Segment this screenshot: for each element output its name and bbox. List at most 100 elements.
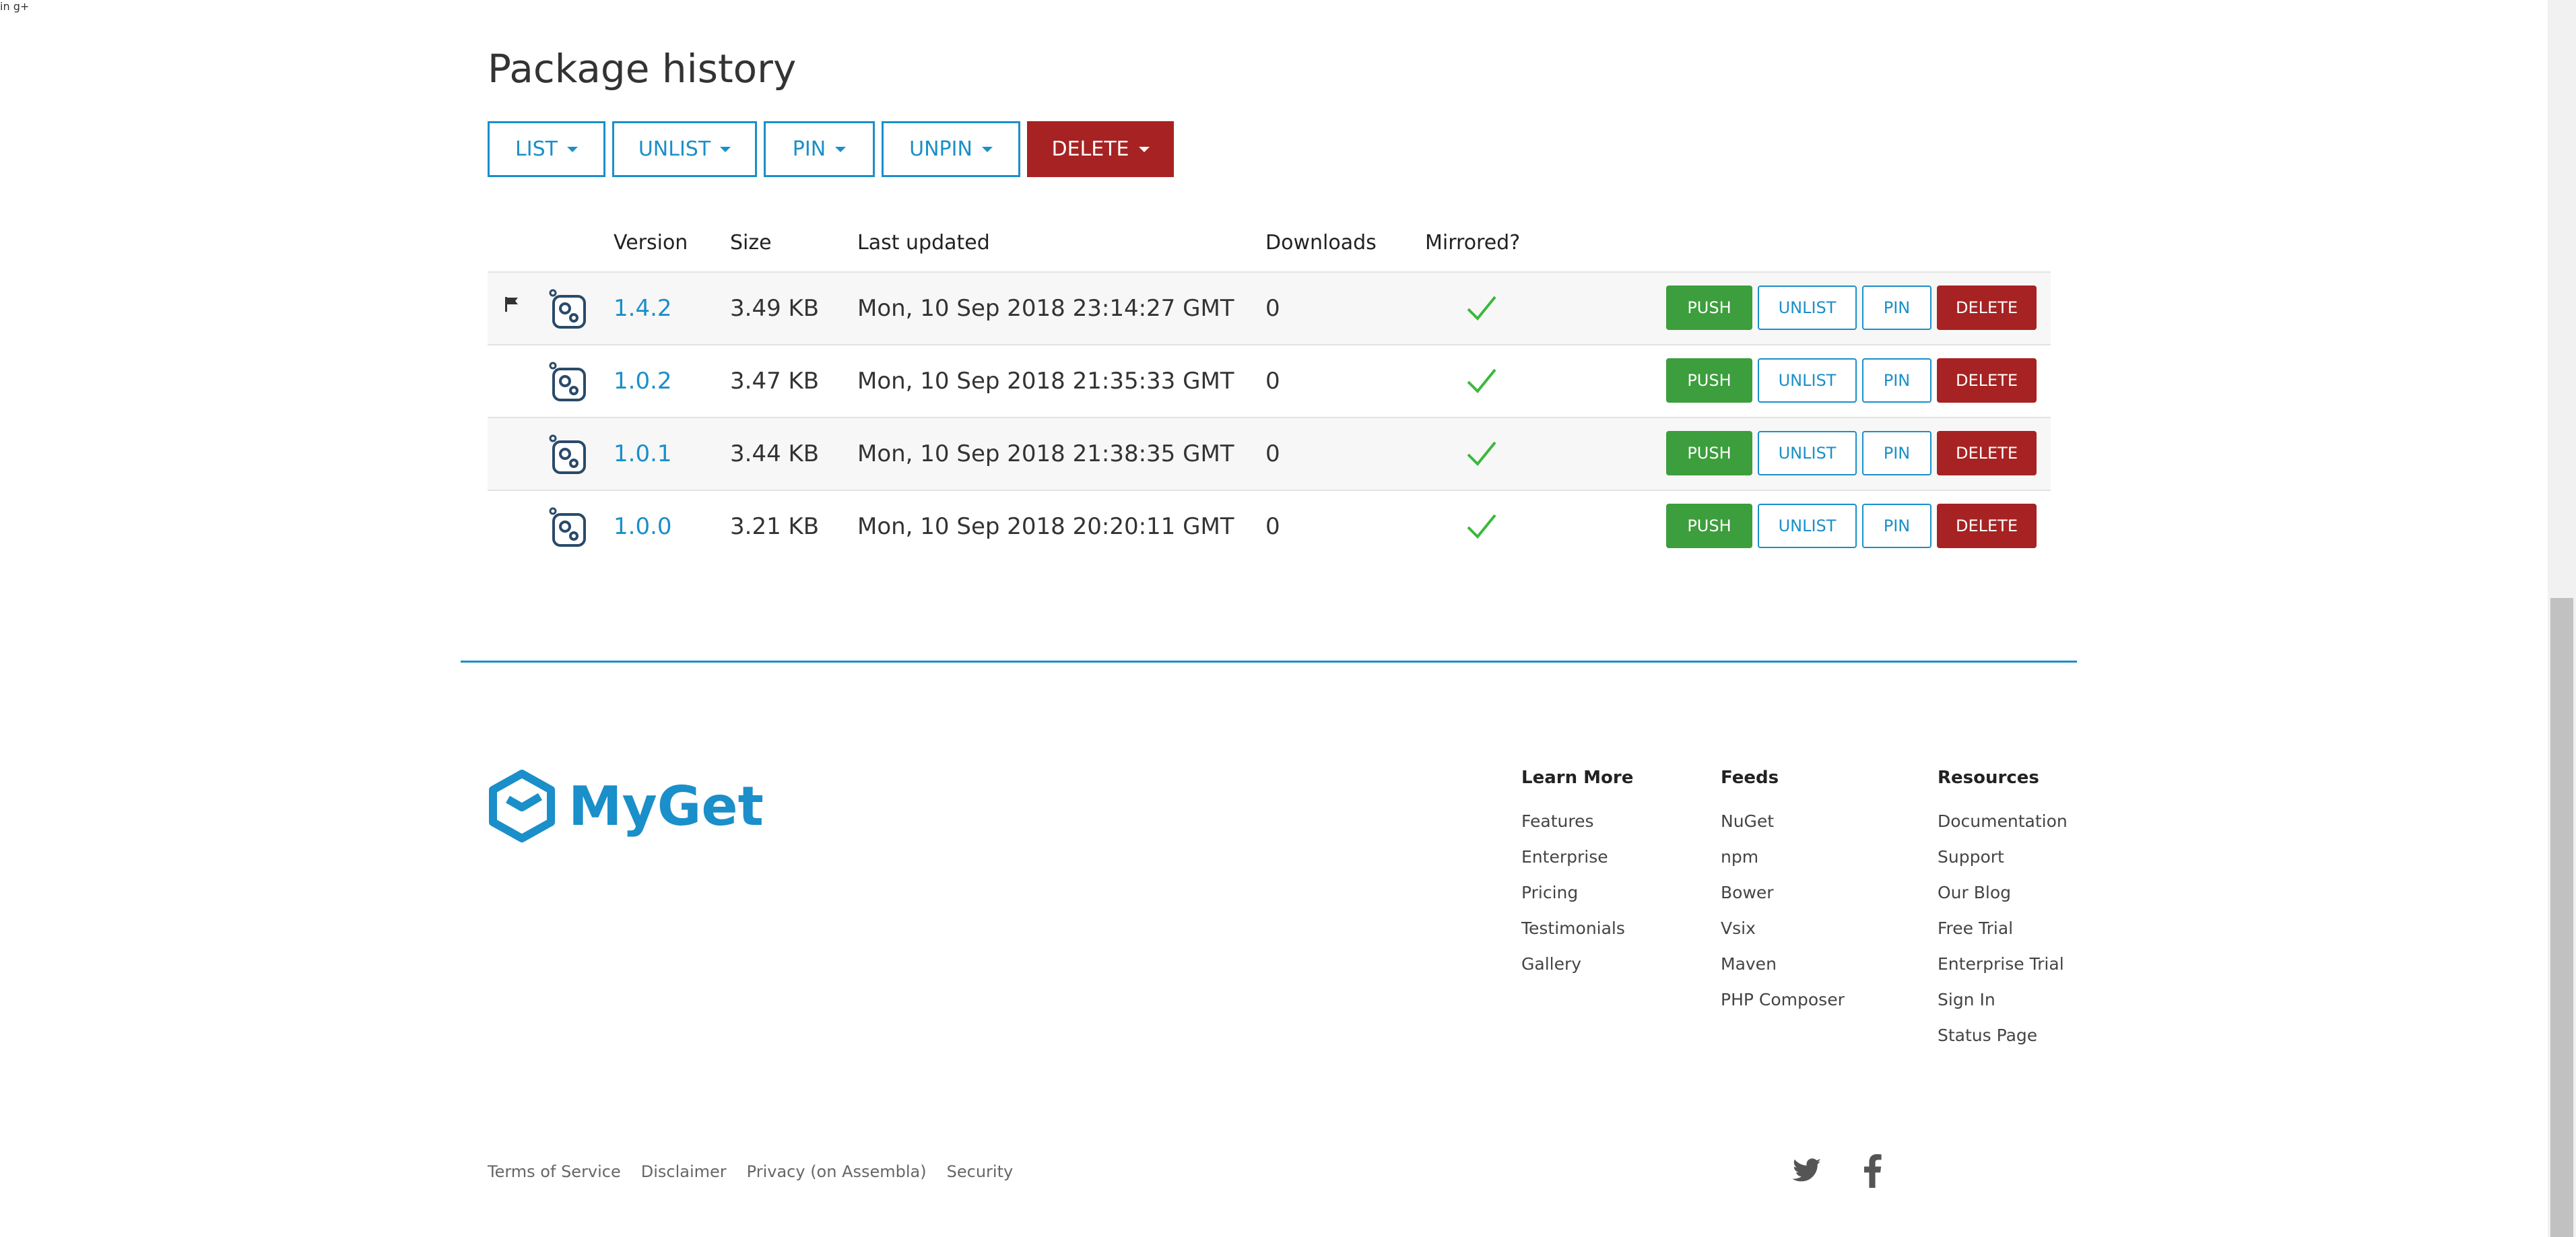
- table-row: 1.4.2 3.49 KB Mon, 10 Sep 2018 23:14:27 GM…: [488, 271, 2051, 344]
- pin-dropdown-button[interactable]: PIN: [764, 121, 875, 177]
- footer-link-documentation[interactable]: Documentation: [1938, 811, 2068, 832]
- page-title: Package history: [488, 46, 797, 92]
- row-actions: PUSH UNLIST PIN DELETE: [1666, 504, 2037, 548]
- footer-column-title: Resources: [1938, 768, 2039, 788]
- last-updated: Mon, 10 Sep 2018 23:14:27 GMT: [857, 295, 1234, 322]
- privacy-link[interactable]: Privacy (on Assembla): [747, 1162, 927, 1181]
- column-header-version: Version: [614, 231, 688, 255]
- table-row: 1.0.2 3.47 KB Mon, 10 Sep 2018 21:35:33 GM…: [488, 344, 2051, 417]
- unlist-button[interactable]: UNLIST: [1758, 431, 1857, 475]
- caret-down-icon: [720, 146, 731, 152]
- row-actions: PUSH UNLIST PIN DELETE: [1666, 358, 2037, 403]
- terms-of-service-link[interactable]: Terms of Service: [488, 1162, 621, 1181]
- pin-button[interactable]: PIN: [1862, 504, 1931, 548]
- pin-button[interactable]: PIN: [1862, 286, 1931, 330]
- security-link[interactable]: Security: [947, 1162, 1014, 1181]
- footer-column-feeds: Feeds NuGet npm Bower Vsix Maven PHP Com…: [1721, 768, 1845, 1025]
- footer-link-status-page[interactable]: Status Page: [1938, 1025, 2068, 1046]
- checkmark-icon: [1467, 296, 1496, 321]
- footer-link-enterprise[interactable]: Enterprise: [1521, 846, 1633, 868]
- package-size: 3.49 KB: [730, 295, 820, 322]
- table-row: 1.0.1 3.44 KB Mon, 10 Sep 2018 21:38:35 GM…: [488, 417, 2051, 490]
- footer-column-resources: Resources Documentation Support Our Blog…: [1938, 768, 2068, 1061]
- flag-icon[interactable]: [504, 296, 520, 313]
- package-icon: [549, 434, 586, 474]
- footer-link-testimonials[interactable]: Testimonials: [1521, 918, 1633, 939]
- footer-link-enterprise-trial[interactable]: Enterprise Trial: [1938, 954, 2068, 975]
- version-link[interactable]: 1.0.0: [614, 491, 672, 562]
- myget-logo-icon: [489, 770, 555, 842]
- unlist-button-label: UNLIST: [638, 137, 711, 161]
- footer-divider: [461, 661, 2077, 663]
- row-actions: PUSH UNLIST PIN DELETE: [1666, 431, 2037, 475]
- push-button[interactable]: PUSH: [1666, 504, 1752, 548]
- footer-link-npm[interactable]: npm: [1721, 846, 1845, 868]
- linkedin-icon[interactable]: in: [0, 0, 10, 13]
- column-header-mirrored: Mirrored?: [1425, 231, 1521, 255]
- unlist-button[interactable]: UNLIST: [1758, 504, 1857, 548]
- delete-button[interactable]: DELETE: [1937, 286, 2037, 330]
- caret-down-icon: [566, 146, 578, 152]
- unpin-dropdown-button[interactable]: UNPIN: [882, 121, 1020, 177]
- footer-link-php-composer[interactable]: PHP Composer: [1721, 989, 1845, 1011]
- footer-column-title: Feeds: [1721, 768, 1779, 788]
- version-link[interactable]: 1.0.1: [614, 418, 672, 490]
- myget-logo[interactable]: MyGet: [488, 770, 764, 842]
- list-dropdown-button[interactable]: LIST: [488, 121, 605, 177]
- checkmark-icon: [1467, 441, 1496, 466]
- table-row: 1.0.0 3.21 KB Mon, 10 Sep 2018 20:20:11 GM…: [488, 490, 2051, 562]
- pin-button[interactable]: PIN: [1862, 431, 1931, 475]
- version-link[interactable]: 1.0.2: [614, 345, 672, 417]
- push-button[interactable]: PUSH: [1666, 431, 1752, 475]
- list-button-label: LIST: [515, 137, 558, 161]
- unlist-button[interactable]: UNLIST: [1758, 358, 1857, 403]
- footer-link-maven[interactable]: Maven: [1721, 954, 1845, 975]
- download-count: 0: [1265, 513, 1280, 540]
- unlist-button[interactable]: UNLIST: [1758, 286, 1857, 330]
- footer-link-our-blog[interactable]: Our Blog: [1938, 882, 2068, 904]
- download-count: 0: [1265, 368, 1280, 395]
- last-updated: Mon, 10 Sep 2018 21:38:35 GMT: [857, 440, 1234, 467]
- checkmark-icon: [1467, 514, 1496, 539]
- package-icon: [549, 289, 586, 329]
- unlist-dropdown-button[interactable]: UNLIST: [612, 121, 757, 177]
- delete-button-label: DELETE: [1051, 137, 1129, 161]
- package-icon: [549, 507, 586, 547]
- twitter-icon[interactable]: [1791, 1158, 1822, 1184]
- facebook-icon[interactable]: [1862, 1154, 1882, 1188]
- package-size: 3.47 KB: [730, 368, 820, 395]
- push-button[interactable]: PUSH: [1666, 286, 1752, 330]
- delete-dropdown-button[interactable]: DELETE: [1027, 121, 1174, 177]
- delete-button[interactable]: DELETE: [1937, 358, 2037, 403]
- pin-button[interactable]: PIN: [1862, 358, 1931, 403]
- version-link[interactable]: 1.4.2: [614, 273, 672, 344]
- download-count: 0: [1265, 295, 1280, 322]
- footer-column-learn-more: Learn More Features Enterprise Pricing T…: [1521, 768, 1633, 989]
- social-links: in g+: [0, 0, 2576, 1188]
- push-button[interactable]: PUSH: [1666, 358, 1752, 403]
- scrollbar-thumb[interactable]: [2550, 598, 2573, 1237]
- delete-button[interactable]: DELETE: [1937, 431, 2037, 475]
- caret-down-icon: [981, 146, 993, 152]
- footer-link-support[interactable]: Support: [1938, 846, 2068, 868]
- last-updated: Mon, 10 Sep 2018 21:35:33 GMT: [857, 368, 1234, 395]
- legal-links: Terms of Service Disclaimer Privacy (on …: [488, 1162, 1013, 1181]
- column-header-downloads: Downloads: [1265, 231, 1377, 255]
- package-icon: [549, 362, 586, 401]
- column-header-size: Size: [730, 231, 772, 255]
- footer-link-features[interactable]: Features: [1521, 811, 1633, 832]
- footer-link-sign-in[interactable]: Sign In: [1938, 989, 2068, 1011]
- disclaimer-link[interactable]: Disclaimer: [641, 1162, 727, 1181]
- footer-link-bower[interactable]: Bower: [1721, 882, 1845, 904]
- delete-button[interactable]: DELETE: [1937, 504, 2037, 548]
- brand-name: MyGet: [568, 774, 764, 838]
- footer-link-vsix[interactable]: Vsix: [1721, 918, 1845, 939]
- package-size: 3.21 KB: [730, 513, 820, 540]
- footer-link-pricing[interactable]: Pricing: [1521, 882, 1633, 904]
- download-count: 0: [1265, 440, 1280, 467]
- google-plus-icon[interactable]: g+: [13, 0, 30, 13]
- caret-down-icon: [1138, 146, 1150, 152]
- footer-link-nuget[interactable]: NuGet: [1721, 811, 1845, 832]
- footer-link-free-trial[interactable]: Free Trial: [1938, 918, 2068, 939]
- footer-link-gallery[interactable]: Gallery: [1521, 954, 1633, 975]
